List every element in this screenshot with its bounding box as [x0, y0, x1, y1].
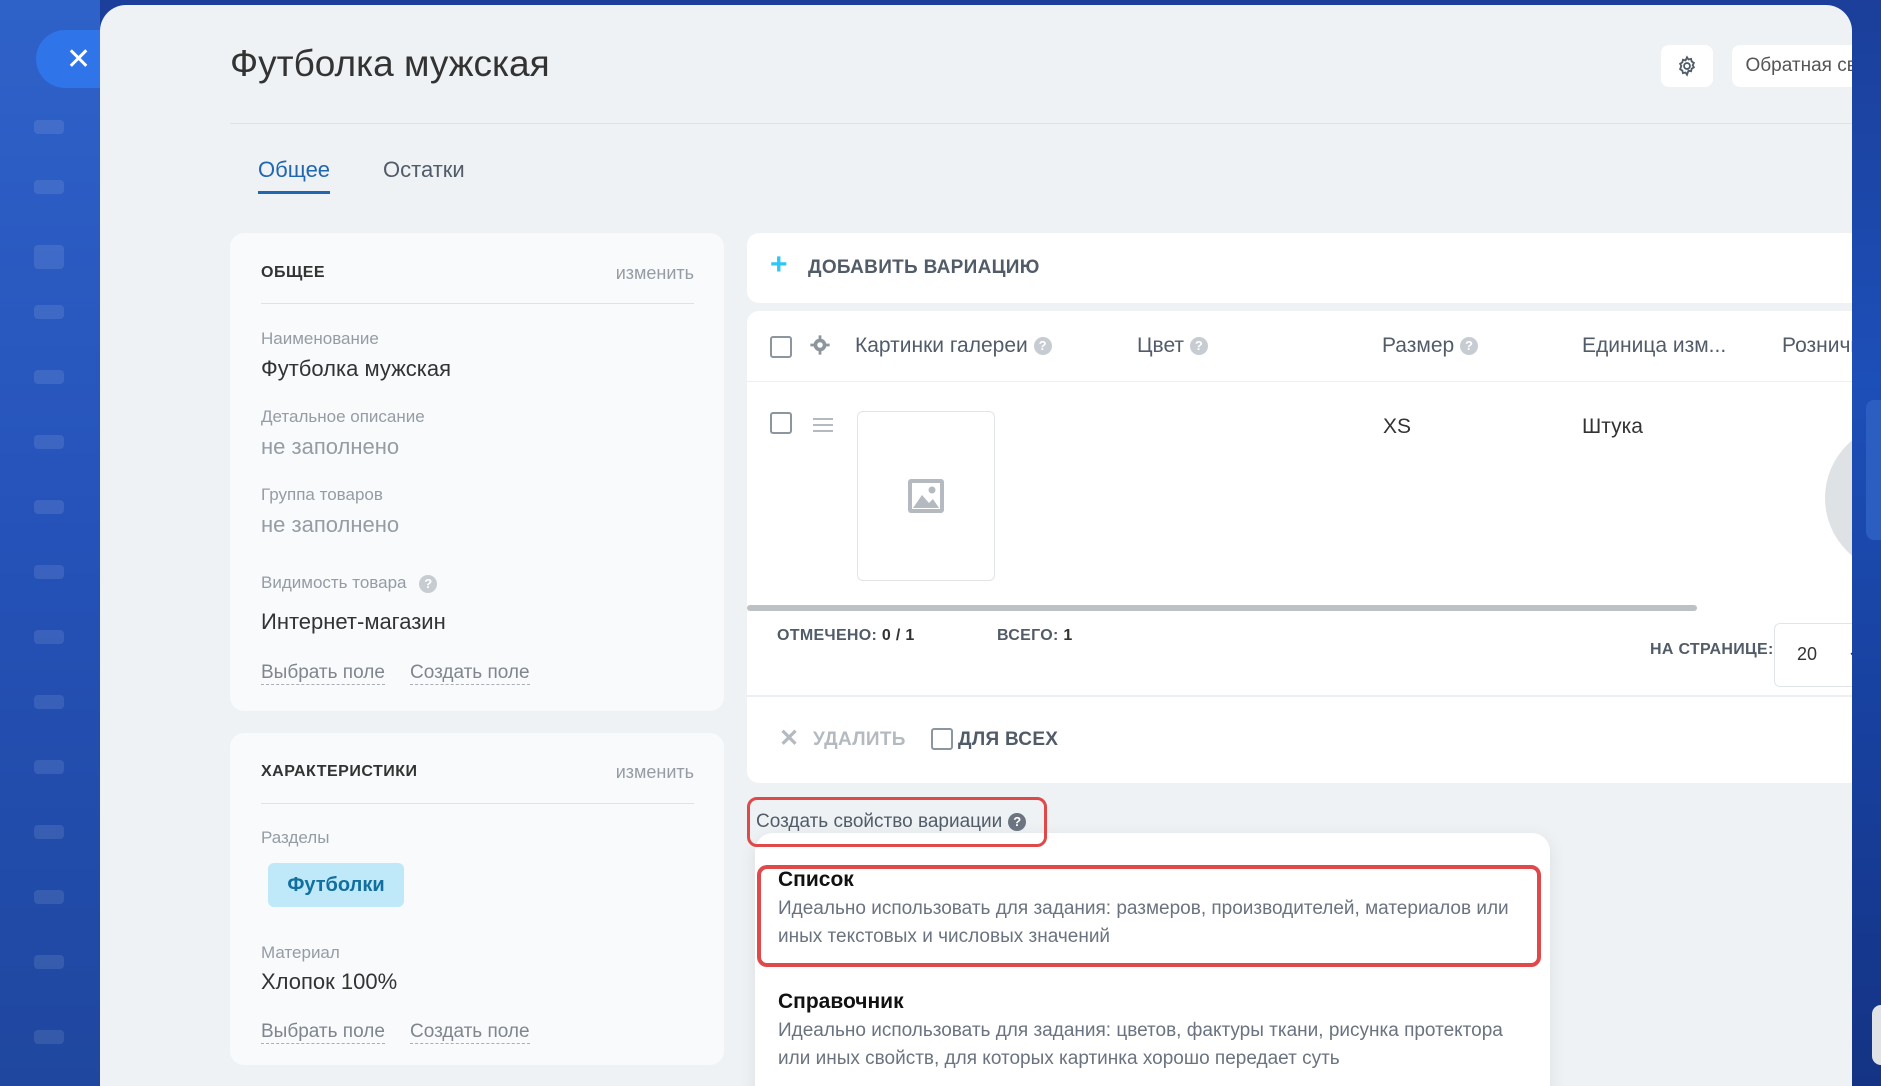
row-checkbox[interactable]: [770, 412, 792, 434]
option-description[interactable]: Идеально использовать для задания: цвето…: [778, 1017, 1538, 1073]
field-value: не заполнено: [261, 512, 400, 537]
image-placeholder[interactable]: [857, 411, 995, 581]
page-title: Футболка мужская: [230, 43, 550, 84]
chevron-down-icon: ⌄: [1846, 638, 1852, 664]
marked-value: 0 / 1: [881, 627, 915, 644]
select-field-link[interactable]: Выбрать поле: [261, 1021, 385, 1044]
edit-link[interactable]: изменить: [616, 762, 694, 783]
marked-label: ОТМЕЧЕНО:: [777, 627, 878, 644]
option-title[interactable]: Список: [778, 868, 854, 892]
visibility-label-row: Видимость товара ?: [261, 573, 438, 593]
column-header-unit[interactable]: Единица изм...: [1582, 334, 1726, 358]
field-label: Разделы: [261, 828, 330, 847]
grid-settings-icon[interactable]: [809, 334, 831, 356]
column-label: Размер: [1382, 334, 1455, 357]
add-variation-label: ДОБАВИТЬ ВАРИАЦИЮ: [808, 257, 1040, 278]
grid-divider: [747, 695, 1852, 697]
create-property-label: Создать свойство вариации: [756, 811, 1003, 832]
scroll-right-button[interactable]: ›: [1825, 423, 1852, 573]
column-header-size[interactable]: Размер ?: [1382, 334, 1479, 358]
gear-icon: [1678, 55, 1696, 77]
section-tag[interactable]: Футболки: [268, 863, 404, 907]
field-value: не заполнено: [261, 434, 400, 459]
field-label: Материал: [261, 943, 340, 962]
card-divider: [261, 803, 694, 804]
horizontal-scrollbar[interactable]: [747, 605, 1697, 611]
help-icon[interactable]: ?: [1189, 337, 1208, 356]
characteristics-card: ХАРАКТЕРИСТИКИ изменить Разделы Футболки…: [230, 733, 724, 1065]
tab-general[interactable]: Общее: [258, 157, 331, 194]
column-label: Картинки галереи: [855, 334, 1028, 357]
field-label: Детальное описание: [261, 407, 425, 426]
create-field-link[interactable]: Создать поле: [410, 662, 530, 685]
field-label: Группа товаров: [261, 485, 383, 504]
help-icon[interactable]: ?: [419, 574, 438, 593]
size-cell[interactable]: XS: [1383, 415, 1411, 439]
marked-counter: ОТМЕЧЕНО: 0 / 1: [777, 627, 915, 645]
card-title: ХАРАКТЕРИСТИКИ: [261, 763, 418, 780]
create-field-link[interactable]: Создать поле: [410, 1021, 530, 1044]
plus-icon: +: [770, 248, 788, 281]
drag-handle-icon[interactable]: [813, 418, 833, 432]
background-edge: [1866, 400, 1881, 540]
option-title[interactable]: Справочник: [778, 990, 904, 1014]
for-all-checkbox[interactable]: [931, 728, 953, 750]
total-label: ВСЕГО:: [997, 627, 1059, 644]
background-sidebar: [0, 0, 100, 1086]
field-value: Хлопок 100%: [261, 969, 398, 994]
column-header-color[interactable]: Цвет ?: [1137, 334, 1208, 358]
create-variation-property-link[interactable]: Создать свойство вариации ?: [747, 797, 1047, 847]
field-value: Футболка мужская: [261, 356, 452, 381]
total-value: 1: [1063, 627, 1073, 644]
per-page-value: 20: [1797, 644, 1818, 664]
tab-stock[interactable]: Остатки: [383, 157, 465, 183]
field-label: Наименование: [261, 329, 379, 348]
delete-icon: ✕: [779, 725, 800, 752]
background-edge-button: [1872, 1005, 1881, 1065]
option-description[interactable]: Идеально использовать для задания: разме…: [778, 895, 1538, 951]
select-all-checkbox[interactable]: [770, 336, 792, 358]
help-icon[interactable]: ?: [1033, 337, 1052, 356]
unit-cell[interactable]: Штука: [1582, 415, 1643, 439]
delete-button[interactable]: УДАЛИТЬ: [813, 729, 906, 751]
help-icon[interactable]: ?: [1008, 813, 1027, 831]
help-icon[interactable]: ?: [1460, 337, 1479, 356]
header-divider: [230, 123, 1852, 124]
card-divider: [261, 303, 694, 304]
field-label: Видимость товара: [261, 573, 407, 592]
close-icon: ✕: [66, 42, 92, 76]
field-value: Интернет-магазин: [261, 609, 446, 634]
add-variation-button[interactable]: + ДОБАВИТЬ ВАРИАЦИЮ: [747, 233, 1852, 303]
product-panel: Футболка мужская Обратная связь Общее Ос…: [100, 5, 1852, 1086]
settings-button[interactable]: [1661, 45, 1713, 87]
image-icon: [908, 479, 944, 513]
for-all-label[interactable]: ДЛЯ ВСЕХ: [958, 729, 1058, 751]
select-field-link[interactable]: Выбрать поле: [261, 662, 385, 685]
card-title: ОБЩЕЕ: [261, 264, 326, 281]
column-label: Цвет: [1137, 334, 1185, 357]
property-type-dropdown: Список Идеально использовать для задания…: [755, 833, 1550, 1086]
column-header-retail-price[interactable]: Розничная ц: [1782, 334, 1852, 358]
header-divider: [747, 381, 1852, 382]
total-counter: ВСЕГО: 1: [997, 627, 1073, 645]
per-page-select[interactable]: 20 ⌄: [1774, 623, 1852, 687]
edit-link[interactable]: изменить: [616, 263, 694, 284]
general-card: ОБЩЕЕ изменить Наименование Футболка муж…: [230, 233, 724, 711]
per-page-label: НА СТРАНИЦЕ:: [1650, 641, 1774, 658]
variations-grid: Картинки галереи ? Цвет ? Размер ? Едини…: [747, 311, 1852, 783]
feedback-button[interactable]: Обратная связь: [1732, 45, 1852, 87]
column-header-gallery[interactable]: Картинки галереи ?: [855, 334, 1052, 358]
